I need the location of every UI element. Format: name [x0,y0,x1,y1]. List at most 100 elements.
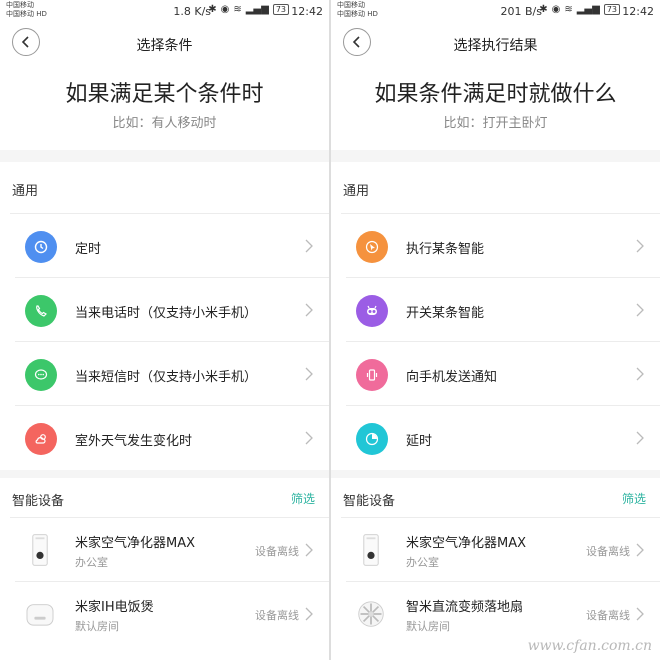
fan-icon [356,594,386,634]
section-label: 智能设备 [343,494,396,509]
list-item-label: 当来电话时（仅支持小米手机） [75,306,258,321]
list-item-incoming-sms[interactable]: 当来短信时（仅支持小米手机） [15,342,329,406]
chevron-right-icon [305,367,313,381]
chevron-right-icon [636,367,644,381]
carrier-1: 中国移动 [6,1,34,9]
air-purifier-icon [25,530,55,570]
section-header: 通用 [10,162,329,214]
weather-icon [25,423,57,455]
hd-badge: HD [367,10,378,18]
header: 选择条件 如果满足某个条件时 比如：有人移动时 [0,22,329,150]
chevron-right-icon [636,239,644,253]
rice-cooker-icon [25,594,55,634]
chevron-right-icon [636,431,644,445]
list-item-label: 延时 [406,434,433,449]
filter-button[interactable]: 筛选 [291,490,315,507]
device-status: 设备离线 [255,545,299,558]
section-label: 通用 [12,184,39,199]
carrier-info: 中国移动 中国移动 HD [337,1,378,19]
network-speed: 1.8 K/s [173,5,211,18]
device-room: 默认房间 [406,620,450,633]
devices-section: 智能设备 筛选 米家空气净化器MAX 办公室 设备离线 智米直流变频落地扇 默认… [331,478,660,660]
hint-text: 比如：打开主卧灯 [443,116,548,131]
chevron-right-icon [305,239,313,253]
signal-icon: ▂▄▆ [245,4,269,15]
system-icons: ✱ ◉ ≋ ▂▄▆ 73 [208,4,289,15]
device-name: 米家空气净化器MAX [75,536,196,551]
hint-text: 比如：有人移动时 [112,116,217,131]
general-section: 通用 定时 当来电话时（仅支持小米手机） 当来短信时（仅支持小米手机） 室外天气… [0,162,329,470]
network-speed: 201 B/s [500,5,542,18]
section-label: 通用 [343,184,370,199]
devices-section: 智能设备 筛选 米家空气净化器MAX 办公室 设备离线 米家IH电饭煲 默认房间… [0,478,329,660]
filter-button[interactable]: 筛选 [622,490,646,507]
list-item-toggle-scene[interactable]: 开关某条智能 [346,278,660,342]
bluetooth-icon: ✱ [539,4,548,15]
list-item-label: 当来短信时（仅支持小米手机） [75,370,258,385]
chevron-right-icon [305,303,313,317]
eye-icon: ◉ [220,4,230,15]
chevron-right-icon [305,607,313,621]
list-item-timer[interactable]: 定时 [15,214,329,278]
bluetooth-icon: ✱ [208,4,217,15]
carrier-2: 中国移动 [337,10,365,18]
device-room: 默认房间 [75,620,119,633]
device-row[interactable]: 米家IH电饭煲 默认房间 设备离线 [15,582,329,646]
device-row[interactable]: 米家空气净化器MAX 办公室 设备离线 [346,518,660,582]
wifi-icon: ≋ [233,4,242,15]
section-header: 智能设备 筛选 [341,478,660,518]
list-item-label: 室外天气发生变化时 [75,434,193,449]
section-label: 智能设备 [12,494,65,509]
cursor-icon [356,231,388,263]
general-section: 通用 执行某条智能 开关某条智能 向手机发送通知 延时 [331,162,660,470]
list-item-label: 开关某条智能 [406,306,485,321]
device-status: 设备离线 [255,609,299,622]
section-header: 智能设备 筛选 [10,478,329,518]
device-name: 智米直流变频落地扇 [406,600,524,615]
status-bar: 中国移动 中国移动 HD 1.8 K/s ✱ ◉ ≋ ▂▄▆ 73 12:42 [0,0,329,22]
list-item-label: 定时 [75,242,102,257]
device-status: 设备离线 [586,545,630,558]
clock: 12:42 [291,5,323,18]
page-title: 选择条件 [136,38,193,54]
right-screen: 中国移动 中国移动 HD 201 B/s ✱ ◉ ≋ ▂▄▆ 73 12:42 … [331,0,660,660]
device-room: 办公室 [406,556,439,569]
wifi-icon: ≋ [564,4,573,15]
device-room: 办公室 [75,556,108,569]
chevron-right-icon [305,431,313,445]
message-icon [25,359,57,391]
timer-icon [356,423,388,455]
status-bar: 中国移动 中国移动 HD 201 B/s ✱ ◉ ≋ ▂▄▆ 73 12:42 [331,0,660,22]
device-name: 米家IH电饭煲 [75,600,154,615]
list-item-weather-change[interactable]: 室外天气发生变化时 [15,406,329,470]
list-item-incoming-call[interactable]: 当来电话时（仅支持小米手机） [15,278,329,342]
air-purifier-icon [356,530,386,570]
list-item-label: 向手机发送通知 [406,370,498,385]
chevron-right-icon [636,607,644,621]
carrier-2: 中国移动 [6,10,34,18]
list-item-send-notification[interactable]: 向手机发送通知 [346,342,660,406]
page-title: 选择执行结果 [453,38,538,54]
system-icons: ✱ ◉ ≋ ▂▄▆ 73 [539,4,620,15]
device-row[interactable]: 智米直流变频落地扇 默认房间 设备离线 [346,582,660,646]
hd-badge: HD [36,10,47,18]
chevron-right-icon [636,303,644,317]
carrier-info: 中国移动 中国移动 HD [6,1,47,19]
device-row[interactable]: 米家空气净化器MAX 办公室 设备离线 [15,518,329,582]
carrier-1: 中国移动 [337,1,365,9]
battery-icon: 73 [603,4,620,15]
chevron-right-icon [636,543,644,557]
clock-icon [25,231,57,263]
notification-icon [356,359,388,391]
chevron-right-icon [305,543,313,557]
signal-icon: ▂▄▆ [576,4,600,15]
list-item-delay[interactable]: 延时 [346,406,660,470]
left-screen: 中国移动 中国移动 HD 1.8 K/s ✱ ◉ ≋ ▂▄▆ 73 12:42 … [0,0,329,660]
clock: 12:42 [622,5,654,18]
header: 选择执行结果 如果条件满足时就做什么 比如：打开主卧灯 [331,22,660,150]
section-header: 通用 [341,162,660,214]
list-item-run-scene[interactable]: 执行某条智能 [346,214,660,278]
eye-icon: ◉ [551,4,561,15]
headline: 如果满足某个条件时 [65,82,264,107]
list-item-label: 执行某条智能 [406,242,485,257]
